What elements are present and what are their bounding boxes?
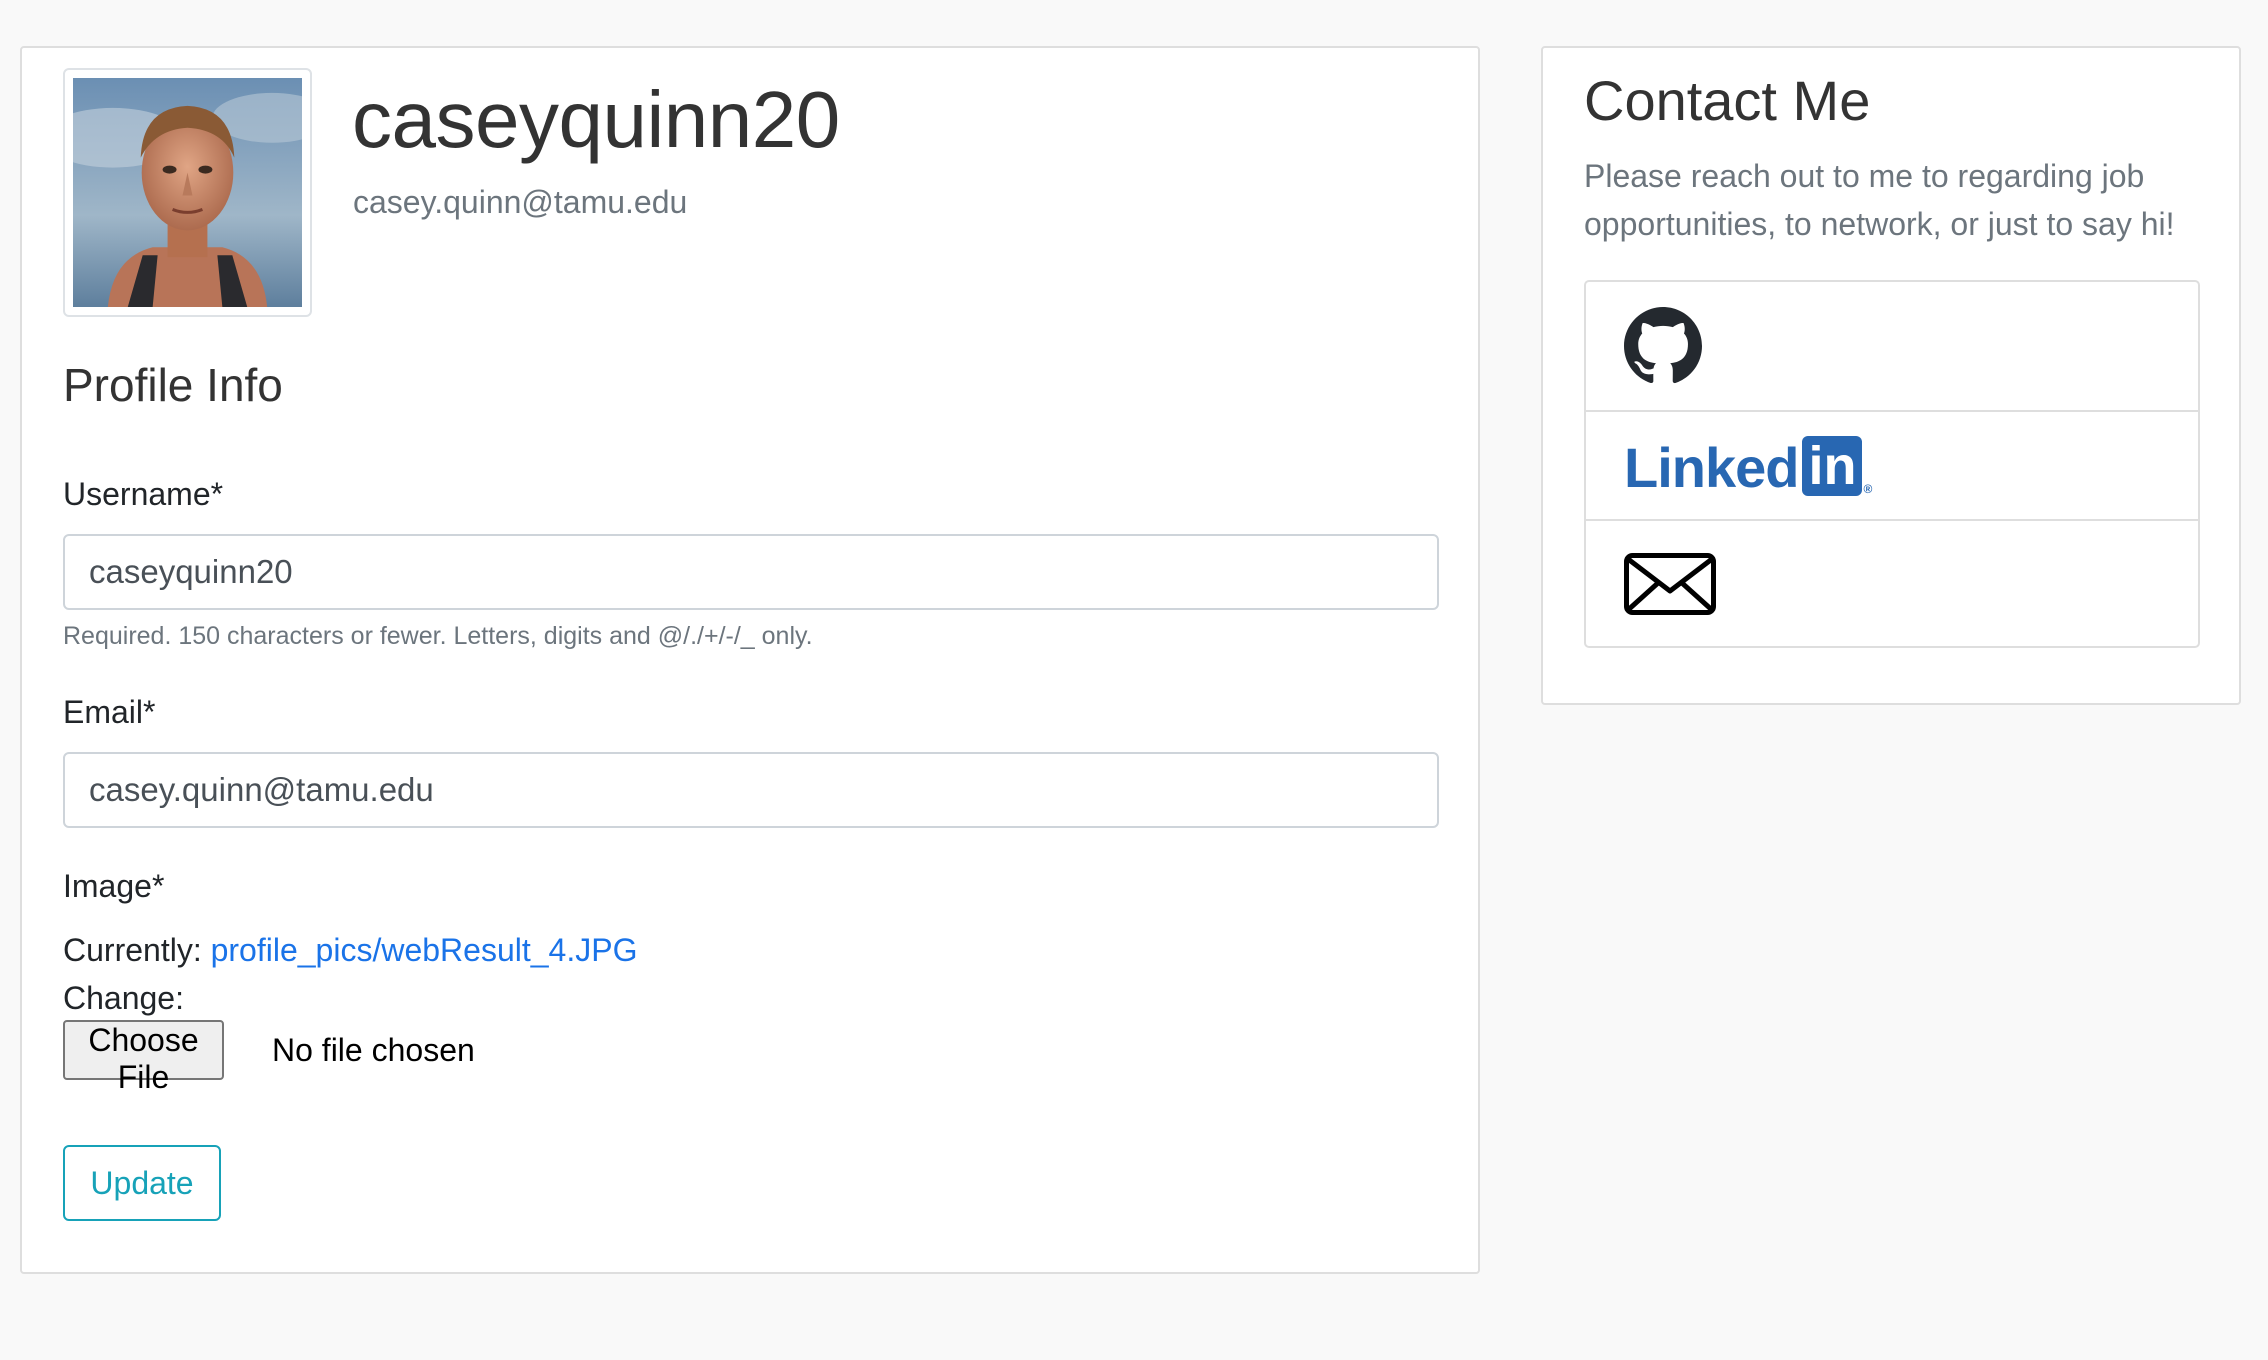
contact-card: Contact Me Please reach out to me to reg… — [1541, 46, 2241, 705]
update-button[interactable]: Update — [63, 1145, 221, 1221]
username-label: Username* — [63, 476, 224, 512]
link-item-email[interactable] — [1586, 519, 2198, 646]
username-help-text: Required. 150 characters or fewer. Lette… — [63, 622, 813, 650]
contact-title: Contact Me — [1584, 69, 1871, 132]
envelope-icon[interactable] — [1624, 552, 1716, 615]
registered-mark-icon: ® — [1863, 481, 1873, 496]
contact-links-list: Linked in ® — [1584, 280, 2200, 648]
linkedin-logo[interactable]: Linked in ® — [1624, 435, 1873, 499]
email-subtitle: casey.quinn@tamu.edu — [353, 184, 688, 220]
choose-file-button[interactable]: Choose File — [63, 1020, 224, 1095]
github-icon[interactable] — [1624, 307, 1702, 385]
link-item-github[interactable] — [1586, 282, 2198, 410]
currently-label: Currently: — [63, 932, 202, 968]
current-file-link[interactable]: profile_pics/webResult_4.JPG — [211, 932, 638, 968]
image-label: Image* — [63, 868, 165, 904]
section-title-profile-info: Profile Info — [63, 359, 283, 411]
username-heading: caseyquinn20 — [352, 75, 840, 164]
no-file-chosen-text: No file chosen — [272, 1032, 475, 1068]
change-label: Change: — [63, 980, 184, 1016]
linkedin-logo-text: Linked — [1624, 435, 1799, 499]
contact-description: Please reach out to me to regarding job … — [1584, 158, 2175, 242]
email-label: Email* — [63, 694, 156, 730]
linkedin-logo-box: in — [1802, 435, 1863, 496]
email-input[interactable] — [63, 752, 1439, 828]
profile-card: caseyquinn20 casey.quinn@tamu.edu Profil… — [20, 46, 1480, 1274]
current-image-line: Currently: profile_pics/webResult_4.JPG — [63, 932, 637, 969]
username-input[interactable] — [63, 534, 1439, 610]
profile-photo — [73, 78, 302, 307]
link-item-linkedin[interactable]: Linked in ® — [1586, 410, 2198, 519]
avatar — [63, 68, 312, 317]
